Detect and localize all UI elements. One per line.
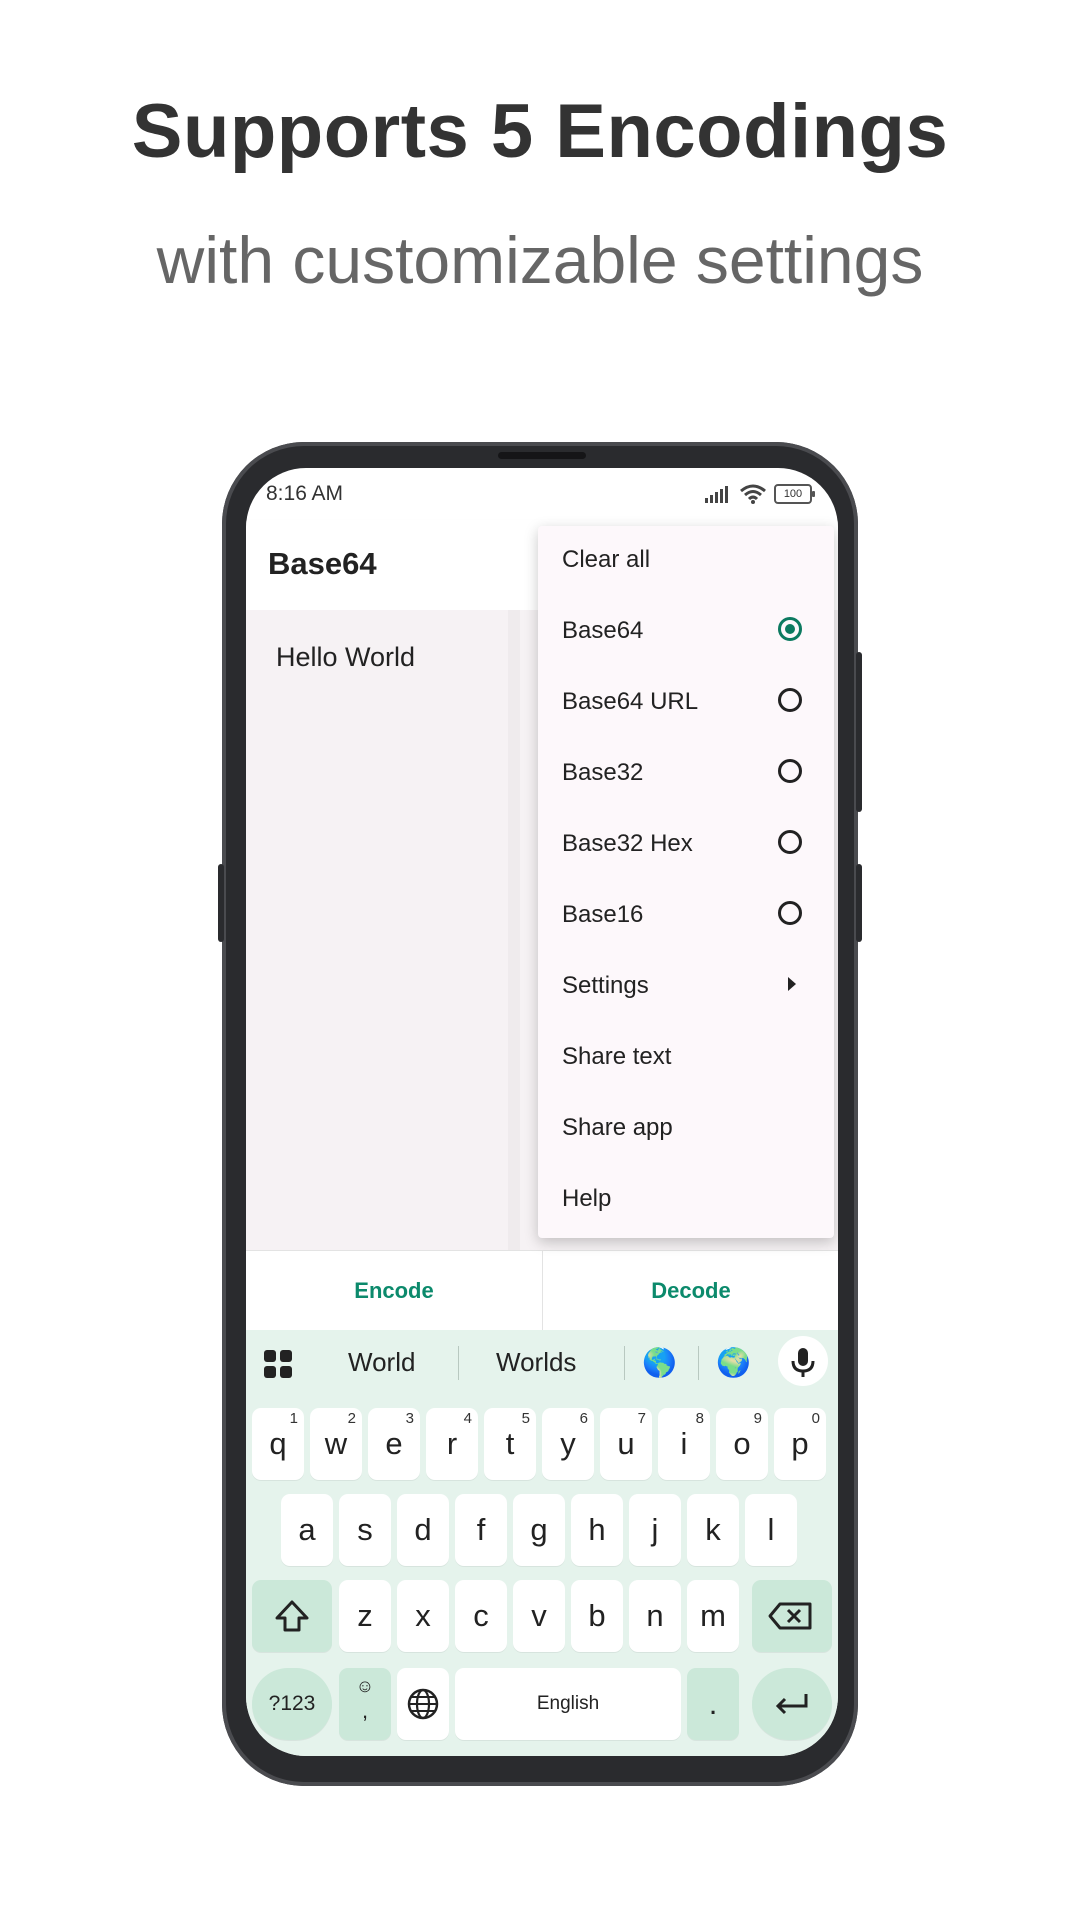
status-icons: 100 [704,484,815,504]
suggestion-divider [624,1346,625,1380]
comma-label: , [361,1698,369,1723]
key-c[interactable]: c [455,1580,507,1652]
menu-item-base64[interactable]: Base64 [538,597,834,668]
suggestion-word[interactable]: Worlds [496,1347,576,1378]
space-key[interactable]: English [455,1668,681,1740]
suggestion-word[interactable]: World [348,1347,415,1378]
speaker-grille [498,452,586,459]
menu-item-share-text[interactable]: Share text [538,1023,834,1094]
period-key[interactable]: . [687,1668,739,1740]
radio-icon[interactable] [778,830,802,854]
input-text[interactable]: Hello World [276,642,415,673]
menu-label: Base32 [562,759,644,786]
menu-item-base32[interactable]: Base32 [538,739,834,810]
key-z[interactable]: z [339,1580,391,1652]
menu-label: Base16 [562,901,644,928]
key-s[interactable]: s [339,1494,391,1566]
menu-item-clear-all[interactable]: Clear all [538,526,834,597]
radio-selected-icon[interactable] [778,617,802,641]
menu-label: Clear all [562,546,651,573]
overflow-menu: Clear all Base64 Base64 URL Base32 Base3… [538,526,834,1238]
submenu-arrow-icon [788,977,796,991]
menu-label: Base64 URL [562,688,699,715]
shift-key[interactable] [252,1580,332,1652]
backspace-icon [768,1602,812,1630]
enter-icon [775,1694,808,1715]
key-n[interactable]: n [629,1580,681,1652]
encode-button[interactable]: Encode [246,1251,542,1331]
apps-grid-icon[interactable] [264,1350,292,1378]
key-h[interactable]: h [571,1494,623,1566]
key-i[interactable]: 8i [658,1408,710,1480]
key-d[interactable]: d [397,1494,449,1566]
language-key[interactable] [397,1668,449,1740]
phone-screen: 8:16 AM 100 Base64 Hello World Encode De… [246,468,838,1756]
status-bar: 8:16 AM 100 [246,468,838,520]
key-u[interactable]: 7u [600,1408,652,1480]
radio-icon[interactable] [778,759,802,783]
key-t[interactable]: 5t [484,1408,536,1480]
key-q[interactable]: 1q [252,1408,304,1480]
key-w[interactable]: 2w [310,1408,362,1480]
side-button [856,864,862,942]
shift-icon [275,1600,309,1632]
radio-icon[interactable] [778,688,802,712]
key-g[interactable]: g [513,1494,565,1566]
key-k[interactable]: k [687,1494,739,1566]
suggestion-strip: World Worlds 🌎 🌍 [246,1330,838,1394]
menu-item-settings[interactable]: Settings [538,952,834,1023]
key-e[interactable]: 3e [368,1408,420,1480]
globe-icon [407,1688,439,1720]
pane-divider [508,610,520,1250]
soft-keyboard: World Worlds 🌎 🌍 1q 2w 3e 4r 5t 6y 7 u 8… [246,1330,838,1756]
menu-item-base64-url[interactable]: Base64 URL [538,668,834,739]
menu-label: Share app [562,1114,673,1141]
battery-icon: 100 [774,484,815,504]
signal-icon [705,486,728,503]
suggestion-divider [458,1346,459,1380]
action-bar: Encode Decode [246,1250,838,1331]
globe-americas-emoji[interactable]: 🌎 [642,1346,677,1379]
menu-label: Base32 Hex [562,830,693,857]
power-button [856,652,862,812]
smiley-icon: ☺ [355,1676,375,1696]
key-p[interactable]: 0p [774,1408,826,1480]
key-m[interactable]: m [687,1580,739,1652]
key-a[interactable]: a [281,1494,333,1566]
menu-item-base32-hex[interactable]: Base32 Hex [538,810,834,881]
menu-label: Help [562,1185,612,1212]
headline: Supports 5 Encodings [131,89,949,174]
enter-key[interactable] [752,1668,832,1740]
menu-item-help[interactable]: Help [538,1165,834,1236]
menu-label: Settings [562,972,649,999]
key-j[interactable]: j [629,1494,681,1566]
symbols-key[interactable]: ?123 [252,1668,332,1740]
key-y[interactable]: 6y [542,1408,594,1480]
decode-button[interactable]: Decode [543,1251,838,1331]
volume-button [218,864,224,942]
wifi-icon [740,484,766,504]
emoji-key[interactable]: ☺ , [339,1668,391,1740]
mic-icon [791,1348,815,1377]
menu-item-share-app[interactable]: Share app [538,1094,834,1165]
key-l[interactable]: l [745,1494,797,1566]
status-time: 8:16 AM [266,482,344,505]
key-f[interactable]: f [455,1494,507,1566]
key-r[interactable]: 4r [426,1408,478,1480]
key-o[interactable]: 9o [716,1408,768,1480]
suggestion-divider [698,1346,699,1380]
menu-label: Base64 [562,617,644,644]
subheadline: with customizable settings [156,223,924,297]
menu-item-base16[interactable]: Base16 [538,881,834,952]
app-title: Base64 [268,546,377,581]
mic-button[interactable] [778,1336,828,1386]
key-x[interactable]: x [397,1580,449,1652]
radio-icon[interactable] [778,901,802,925]
backspace-key[interactable] [752,1580,832,1652]
globe-europe-emoji[interactable]: 🌍 [716,1346,751,1379]
key-b[interactable]: b [571,1580,623,1652]
key-v[interactable]: v [513,1580,565,1652]
menu-label: Share text [562,1043,672,1070]
